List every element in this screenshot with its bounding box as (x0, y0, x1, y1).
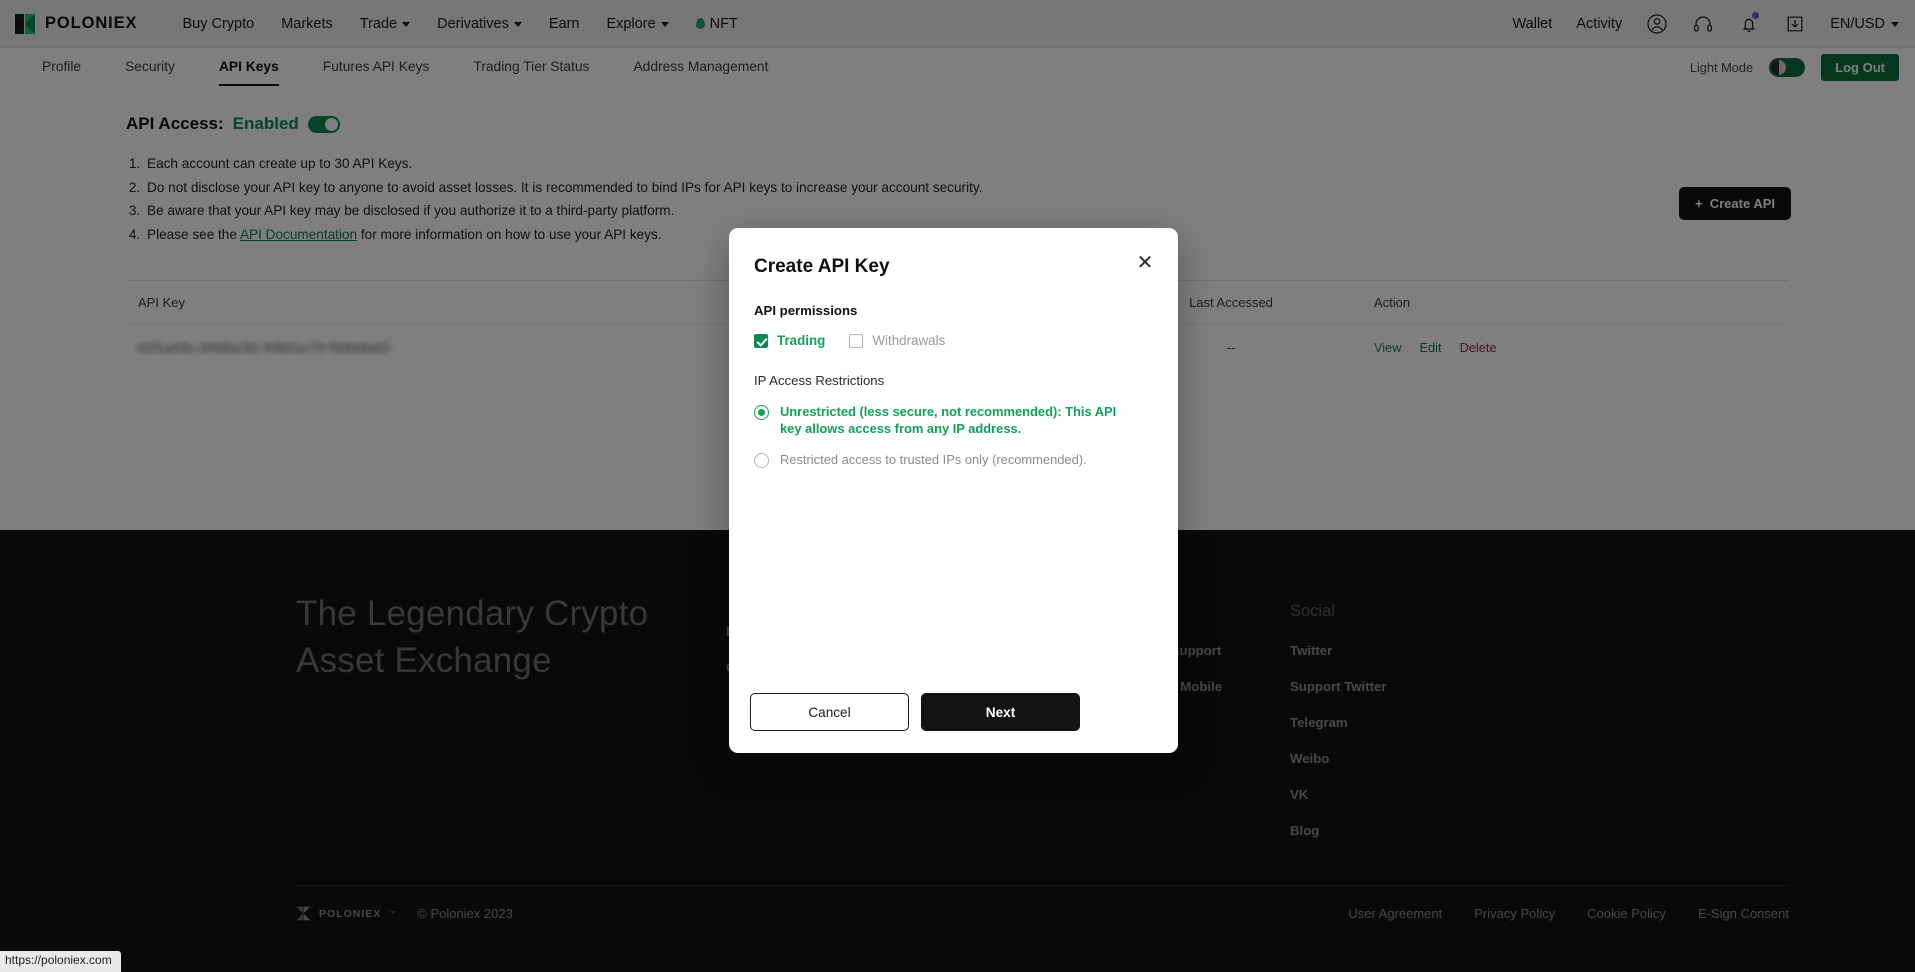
page-root: POLONIEX Buy Crypto Markets Trade Deriva… (0, 0, 1915, 972)
cancel-button[interactable]: Cancel (750, 693, 909, 731)
unrestricted-radio[interactable] (754, 405, 769, 420)
api-permissions-row: Trading Withdrawals (729, 318, 1178, 348)
restricted-label: Restricted access to trusted IPs only (r… (780, 452, 1087, 467)
ip-option-restricted[interactable]: Restricted access to trusted IPs only (r… (729, 437, 1178, 468)
permission-trading[interactable]: Trading (754, 333, 825, 348)
withdrawals-checkbox[interactable] (849, 333, 864, 348)
unrestricted-label: Unrestricted (less secure, not recommend… (780, 404, 1117, 436)
close-icon[interactable]: ✕ (1132, 250, 1158, 276)
withdrawals-label: Withdrawals (872, 333, 946, 348)
create-api-key-modal: Create API Key ✕ API permissions Trading… (729, 228, 1178, 753)
ip-access-restrictions-label: IP Access Restrictions (754, 373, 885, 388)
api-permissions-label: API permissions (754, 303, 858, 318)
next-button[interactable]: Next (921, 693, 1080, 731)
trading-checkbox[interactable] (754, 333, 768, 348)
modal-title: Create API Key (754, 256, 890, 277)
browser-status-bar: https://poloniex.com (0, 951, 121, 972)
ip-option-unrestricted[interactable]: Unrestricted (less secure, not recommend… (729, 388, 1178, 437)
modal-action-buttons: Cancel Next (750, 693, 1157, 731)
permission-withdrawals[interactable]: Withdrawals (849, 333, 945, 348)
restricted-radio[interactable] (754, 453, 769, 468)
trading-label: Trading (777, 333, 826, 348)
